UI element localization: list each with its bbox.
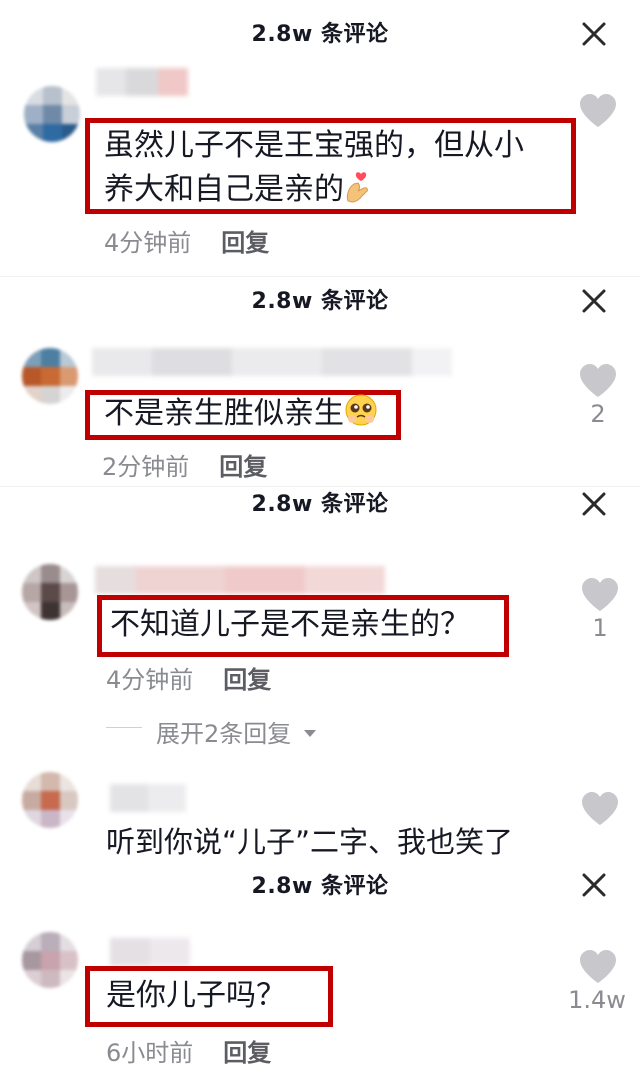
avatar[interactable] bbox=[22, 932, 78, 988]
reply-button[interactable]: 回复 bbox=[223, 1039, 271, 1067]
timestamp: 4分钟前 bbox=[104, 229, 192, 257]
avatar[interactable] bbox=[22, 772, 78, 828]
username-blurred[interactable] bbox=[96, 68, 188, 96]
username-blurred[interactable] bbox=[95, 566, 385, 594]
comment-count-title: 2.8w 条评论 bbox=[251, 874, 389, 899]
comment-text-line2: 养大和自己是亲的 bbox=[104, 168, 374, 212]
username-blurred[interactable] bbox=[110, 938, 190, 966]
like-count: 1 bbox=[592, 614, 608, 642]
comment-text-line1: 虽然儿子不是王宝强的，但从小 bbox=[104, 128, 524, 163]
pleading-face-emoji-icon bbox=[345, 394, 377, 426]
timestamp: 4分钟前 bbox=[106, 666, 194, 694]
comment-count-title: 2.8w 条评论 bbox=[251, 492, 389, 517]
close-icon[interactable] bbox=[581, 491, 607, 517]
close-icon[interactable] bbox=[581, 872, 607, 898]
avatar[interactable] bbox=[22, 564, 78, 620]
comment-count-title: 2.8w 条评论 bbox=[251, 22, 389, 47]
username-blurred[interactable] bbox=[110, 784, 186, 812]
timestamp: 2分钟前 bbox=[102, 453, 190, 481]
comment-meta: 4分钟前 回复 bbox=[104, 223, 269, 258]
timestamp: 6小时前 bbox=[106, 1039, 194, 1067]
comment-meta: 6小时前 回复 bbox=[106, 1033, 271, 1068]
comment-text: 是你儿子吗？ bbox=[106, 978, 286, 1013]
expand-divider-line bbox=[106, 727, 142, 728]
comment-text: 不是亲生胜似亲生 bbox=[104, 392, 378, 436]
like-count: 2 bbox=[590, 400, 606, 428]
like-heart-icon[interactable] bbox=[579, 950, 617, 984]
like-heart-icon[interactable] bbox=[581, 792, 619, 826]
close-icon[interactable] bbox=[581, 288, 607, 314]
comment-meta: 2分钟前 回复 bbox=[102, 447, 267, 482]
like-heart-icon[interactable] bbox=[579, 364, 617, 398]
reply-button[interactable]: 回复 bbox=[221, 229, 269, 257]
close-icon[interactable] bbox=[581, 21, 607, 47]
username-blurred[interactable] bbox=[92, 348, 452, 376]
like-count: 1.4w bbox=[568, 986, 626, 1014]
like-heart-icon[interactable] bbox=[579, 94, 617, 128]
reply-button[interactable]: 回复 bbox=[223, 666, 271, 694]
reply-button[interactable]: 回复 bbox=[219, 453, 267, 481]
caret-down-icon bbox=[303, 730, 316, 737]
comment-text: 不知道儿子是不是亲生的？ bbox=[110, 607, 470, 642]
reply-comment-text: 听到你说“儿子”二字、我也笑了 bbox=[106, 825, 514, 859]
comment-count-title: 2.8w 条评论 bbox=[251, 289, 389, 314]
like-heart-icon[interactable] bbox=[581, 578, 619, 612]
comment-meta: 4分钟前 回复 bbox=[106, 660, 271, 695]
avatar[interactable] bbox=[24, 86, 80, 142]
finger-heart-emoji-icon bbox=[346, 172, 368, 203]
expand-replies-button[interactable]: 展开2条回复 bbox=[156, 714, 317, 749]
panel-divider bbox=[0, 276, 640, 277]
avatar[interactable] bbox=[22, 348, 78, 404]
